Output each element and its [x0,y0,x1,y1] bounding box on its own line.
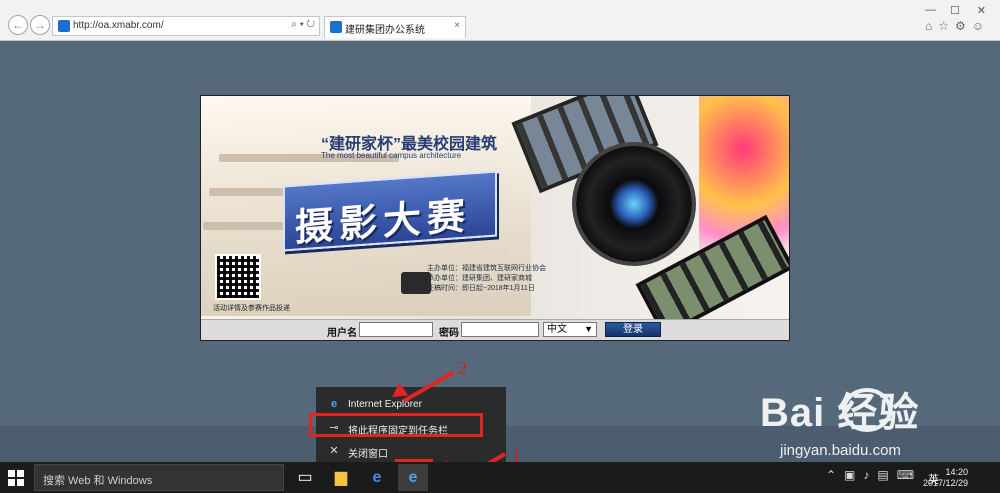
back-button[interactable]: ← [8,15,28,35]
tab-title: 建研集团办公系统 [345,25,425,36]
forward-button[interactable]: → [30,15,50,35]
tab-favicon-icon [330,21,342,33]
taskbar-search[interactable]: 搜索 Web 和 Windows [34,464,284,491]
password-input[interactable] [461,322,539,337]
contest-banner: “建研家杯”最美校园建筑 The most beautiful campus a… [200,95,790,341]
ie-icon: e [330,398,338,410]
window-close-icon[interactable]: ✕ [977,4,986,17]
tab-close-icon[interactable]: × [454,20,460,31]
tray-icons[interactable]: ⌃▣♪▤⌨ [826,468,922,482]
info-line: 承办单位：建研集团、建研家商城 [427,275,532,282]
edge-icon[interactable]: e [362,464,392,491]
info-line: 主办单位：福建省建筑互联网行业协会 [427,265,546,272]
chevron-down-icon: ▼ [584,324,593,334]
site-favicon-icon [58,20,70,32]
browser-chrome: ← → http://oa.xmabr.com/ ⌕ ▾ ↻ 建研集团办公系统 … [0,0,1000,41]
close-icon: ✕ [329,445,339,457]
address-text: http://oa.xmabr.com/ [73,20,164,31]
search-placeholder: 搜索 Web 和 Windows [43,475,153,487]
browser-tab[interactable]: 建研集团办公系统 × [324,16,466,38]
windows-start-icon[interactable] [8,470,24,486]
watermark-brand: Bai 经验 [760,391,920,435]
maximize-icon[interactable]: ☐ [950,4,960,17]
banner-subtitle: The most beautiful campus architecture [321,151,462,160]
paw-logo-icon [842,388,892,432]
highlight-pin-item [309,413,483,437]
login-bar: 用户名 密码 中文 ▼ 登录 [201,319,789,340]
toolbar-icons[interactable]: ⌂☆⚙☺ [925,19,990,33]
menu-item-close-window[interactable]: ✕ 关闭窗口 [316,439,506,461]
camera-lens-icon [576,146,692,262]
organizer-info: 主办单位：福建省建筑互联网行业协会 承办单位：建研集团、建研家商城 征稿时间：即… [427,264,553,304]
qr-code [215,254,261,300]
address-tools[interactable]: ⌕ ▾ ↻ [291,19,315,30]
menu-item-label: Internet Explorer [348,399,422,410]
annotation-number-2: 2 [458,358,467,378]
username-label: 用户名 [327,328,357,339]
taskbar: 搜索 Web 和 Windows ▭ ▆ e e ⌃▣♪▤⌨ 英 14:20 2… [0,462,1000,493]
address-bar[interactable]: http://oa.xmabr.com/ ⌕ ▾ ↻ [52,16,320,36]
contest-title: 摄影大赛 [283,170,497,252]
username-input[interactable] [359,322,433,337]
clock-time: 14:20 [945,467,968,477]
language-value: 中文 [547,324,567,335]
task-view-icon[interactable]: ▭ [290,464,320,491]
file-explorer-icon[interactable]: ▆ [326,464,356,491]
baidu-watermark: Bai 经验 jingyan.baidu.com [760,380,920,459]
clock-date: 2017/12/29 [922,478,968,488]
language-select[interactable]: 中文 ▼ [543,322,597,337]
qr-caption: 活动详情及参赛作品投递 [213,305,290,312]
info-line: 征稿时间：即日起~2018年1月11日 [427,285,535,292]
ie-taskbar-icon[interactable]: e [398,464,428,491]
login-button[interactable]: 登录 [605,322,661,337]
minimize-icon[interactable]: — [925,4,936,16]
password-label: 密码 [439,328,459,339]
clock[interactable]: 14:20 2017/12/29 [923,467,968,489]
menu-item-label: 关闭窗口 [348,449,388,460]
watermark-site: jingyan.baidu.com [780,442,901,459]
